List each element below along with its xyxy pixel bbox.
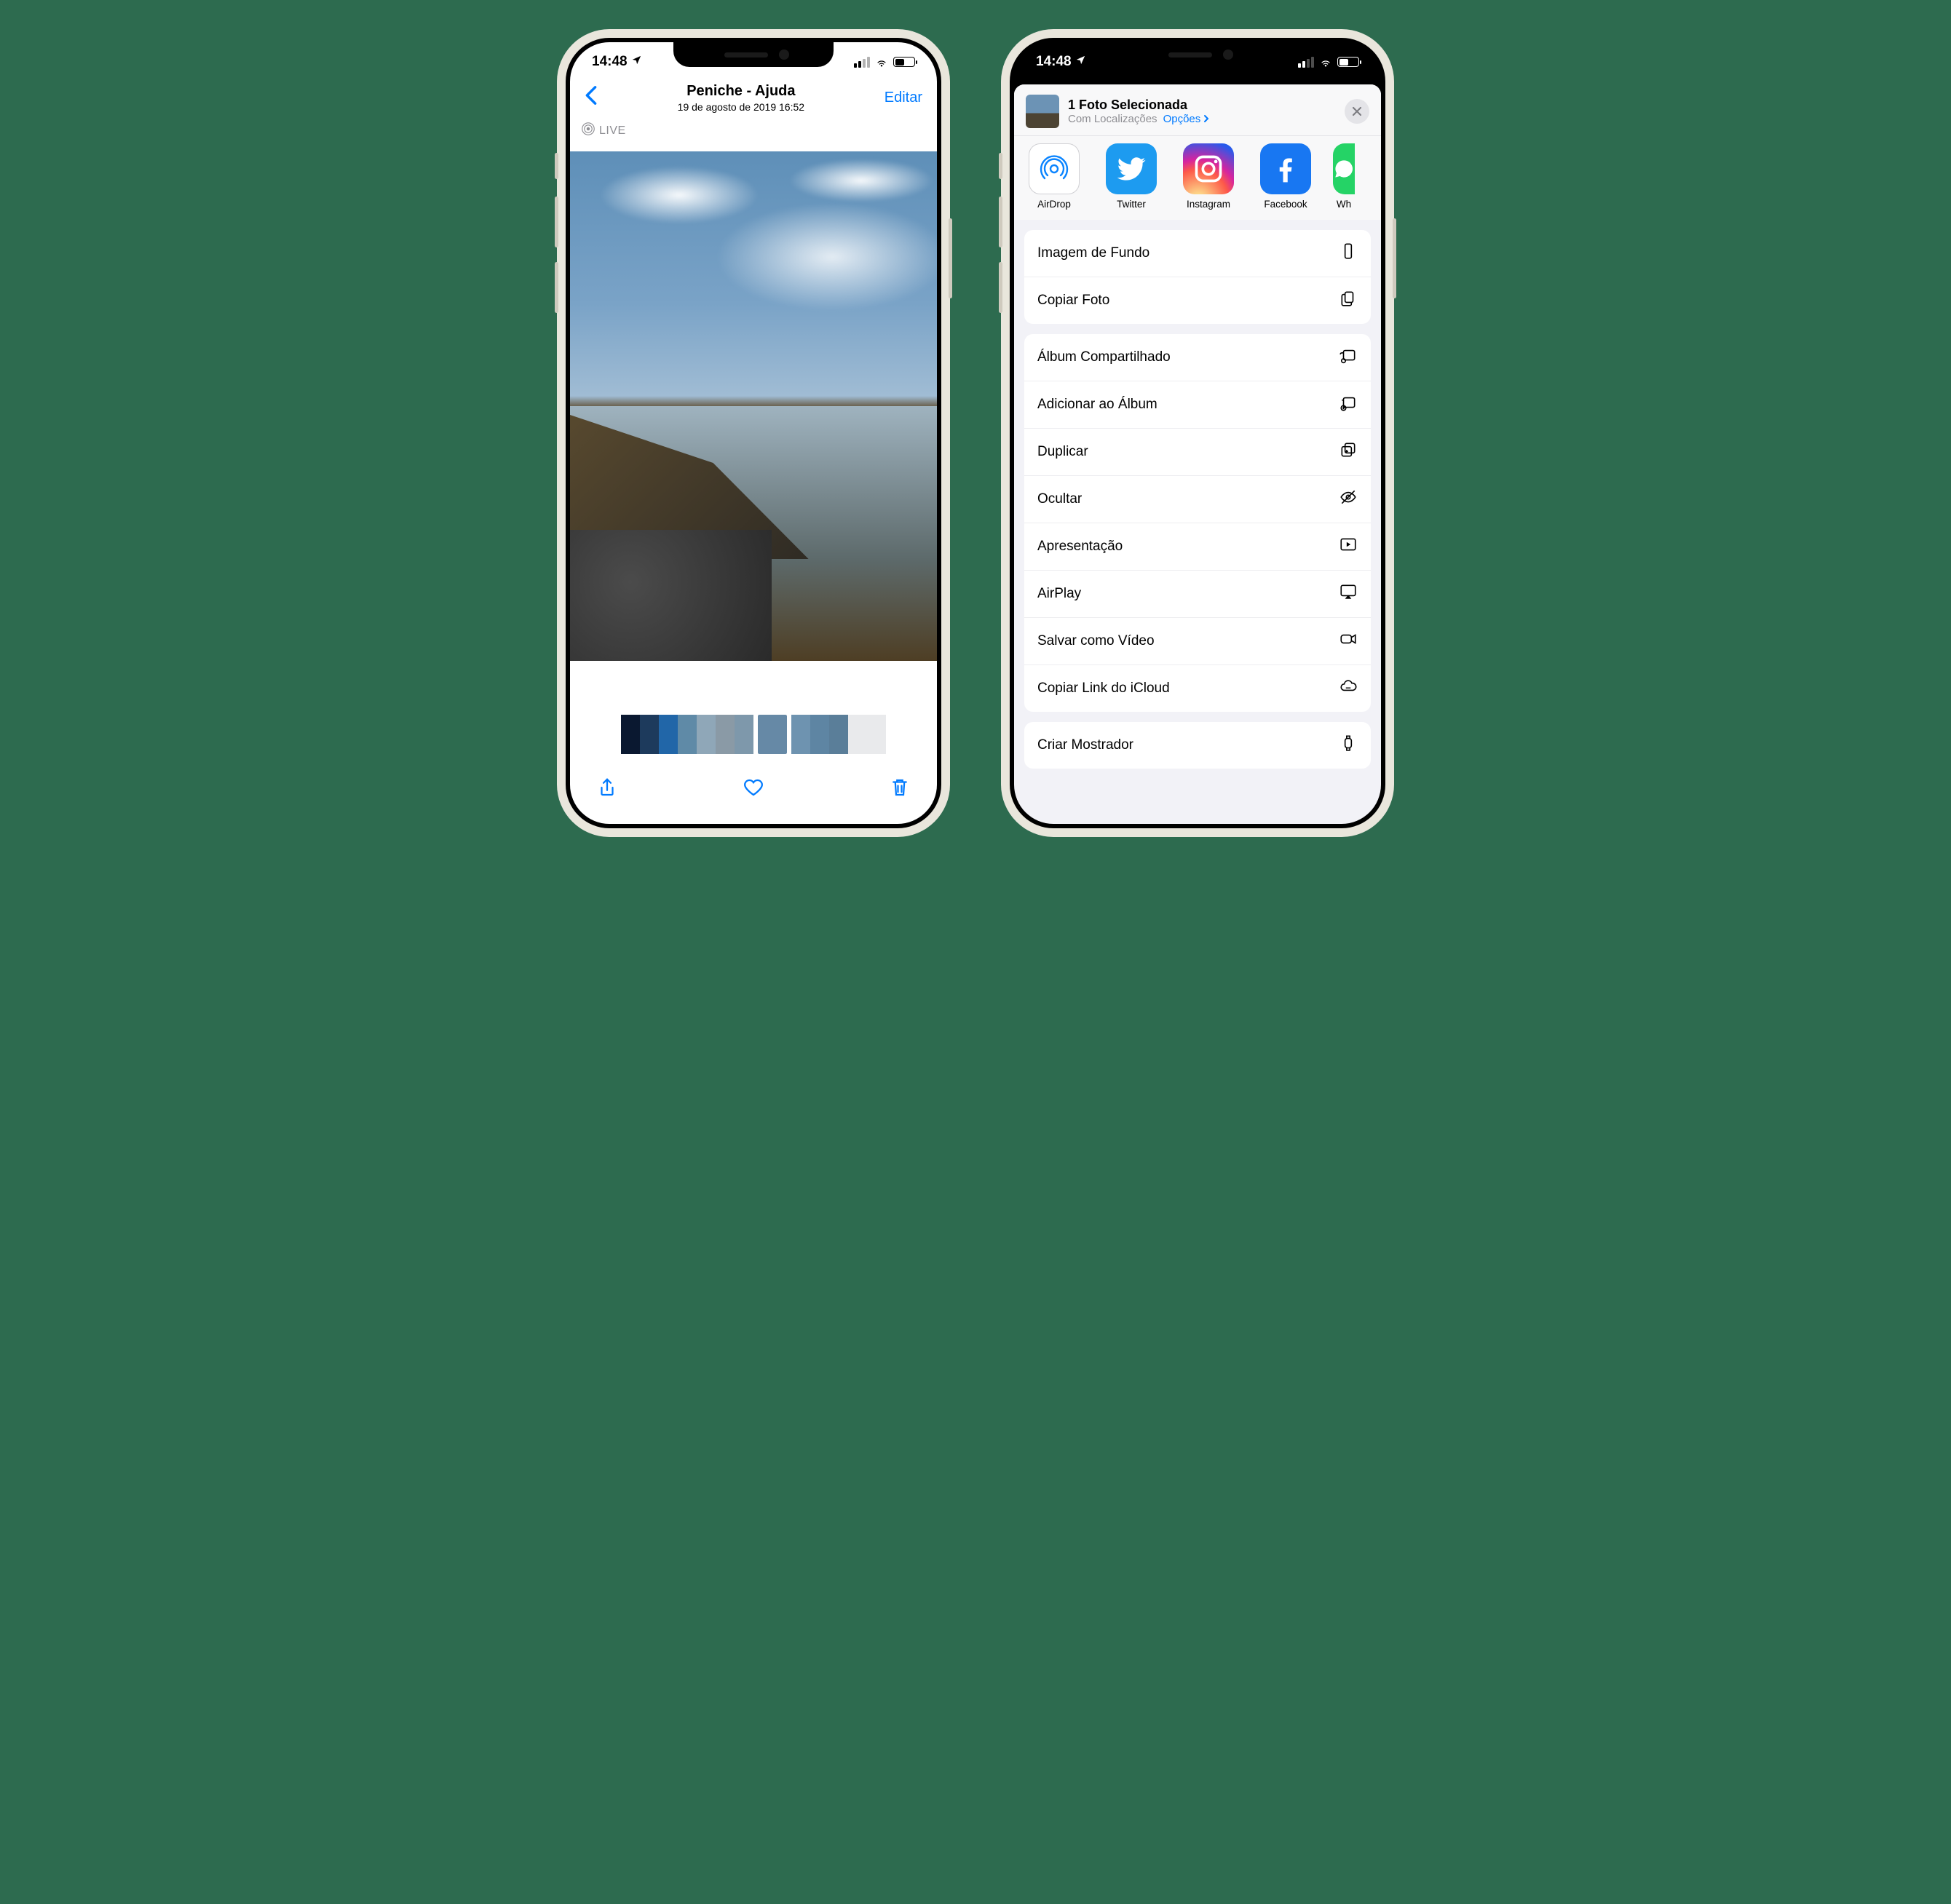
duplicate-icon [1339, 440, 1358, 464]
favorite-button[interactable] [743, 777, 764, 802]
wifi-icon [874, 57, 889, 68]
video-icon [1339, 630, 1358, 653]
cellular-icon [1298, 57, 1314, 68]
iphone-frame-right: 14:48 1 Foto Selecionad [1001, 29, 1394, 837]
action-airplay[interactable]: AirPlay [1024, 570, 1371, 617]
airdrop-icon [1029, 143, 1080, 194]
action-wallpaper[interactable]: Imagem de Fundo [1024, 230, 1371, 277]
thumbnail-scrubber[interactable] [570, 715, 937, 754]
photo-main[interactable] [570, 151, 937, 661]
action-add-album[interactable]: Adicionar ao Álbum [1024, 381, 1371, 428]
live-label: LIVE [599, 124, 626, 138]
hide-icon [1339, 488, 1358, 511]
live-icon [582, 122, 595, 139]
action-hide[interactable]: Ocultar [1024, 475, 1371, 523]
app-facebook[interactable]: Facebook [1256, 143, 1315, 210]
nav-subtitle: 19 de agosto de 2019 16:52 [678, 101, 804, 113]
notch [1117, 42, 1278, 67]
battery-icon [1337, 57, 1359, 67]
app-twitter[interactable]: Twitter [1101, 143, 1161, 210]
close-button[interactable] [1345, 99, 1369, 124]
action-slideshow[interactable]: Apresentação [1024, 523, 1371, 570]
share-apps-row[interactable]: AirDrop Twitter Instagram [1014, 136, 1381, 220]
live-badge: LIVE [582, 122, 626, 139]
header-thumbnail [1026, 95, 1059, 128]
twitter-icon [1106, 143, 1157, 194]
nav-bar: Peniche - Ajuda 19 de agosto de 2019 16:… [570, 77, 937, 118]
facebook-icon [1260, 143, 1311, 194]
watch-icon [1339, 734, 1358, 757]
action-shared-album[interactable]: Álbum Compartilhado [1024, 334, 1371, 381]
action-group-1: Imagem de Fundo Copiar Foto [1024, 230, 1371, 324]
add-album-icon [1339, 393, 1358, 416]
location-icon [1075, 54, 1086, 70]
whatsapp-icon [1333, 143, 1355, 194]
nav-title: Peniche - Ajuda [678, 83, 804, 100]
iphone-frame-left: 14:48 Peniche - Aj [557, 29, 950, 837]
cloud-link-icon [1339, 677, 1358, 700]
instagram-icon [1183, 143, 1234, 194]
back-button[interactable] [585, 84, 598, 112]
action-watch-face[interactable]: Criar Mostrador [1024, 722, 1371, 769]
delete-button[interactable] [889, 777, 911, 802]
cellular-icon [854, 57, 870, 68]
battery-icon [893, 57, 915, 67]
action-group-2: Álbum Compartilhado Adicionar ao Álbum D… [1024, 334, 1371, 712]
shared-album-icon [1339, 346, 1358, 369]
copy-icon [1339, 289, 1358, 312]
options-link[interactable]: Opções [1163, 113, 1210, 125]
status-time: 14:48 [592, 54, 628, 69]
airplay-icon [1339, 582, 1358, 606]
sheet-title: 1 Foto Selecionada [1068, 98, 1336, 113]
wifi-icon [1318, 57, 1333, 68]
action-duplicate[interactable]: Duplicar [1024, 428, 1371, 475]
edit-button[interactable]: Editar [885, 90, 922, 106]
share-button[interactable] [596, 777, 618, 802]
app-instagram[interactable]: Instagram [1179, 143, 1238, 210]
status-time: 14:48 [1036, 54, 1072, 69]
action-save-video[interactable]: Salvar como Vídeo [1024, 617, 1371, 665]
notch [673, 42, 834, 67]
phone-icon [1339, 242, 1358, 265]
action-group-3: Criar Mostrador [1024, 722, 1371, 769]
slideshow-icon [1339, 535, 1358, 558]
app-airdrop[interactable]: AirDrop [1024, 143, 1084, 210]
app-whatsapp[interactable]: Wh [1333, 143, 1355, 210]
share-sheet: 1 Foto Selecionada Com Localizações Opçõ… [1014, 84, 1381, 824]
location-icon [631, 54, 642, 70]
action-copy-photo[interactable]: Copiar Foto [1024, 277, 1371, 324]
sheet-subtitle: Com Localizações [1068, 113, 1157, 125]
action-icloud-link[interactable]: Copiar Link do iCloud [1024, 665, 1371, 712]
